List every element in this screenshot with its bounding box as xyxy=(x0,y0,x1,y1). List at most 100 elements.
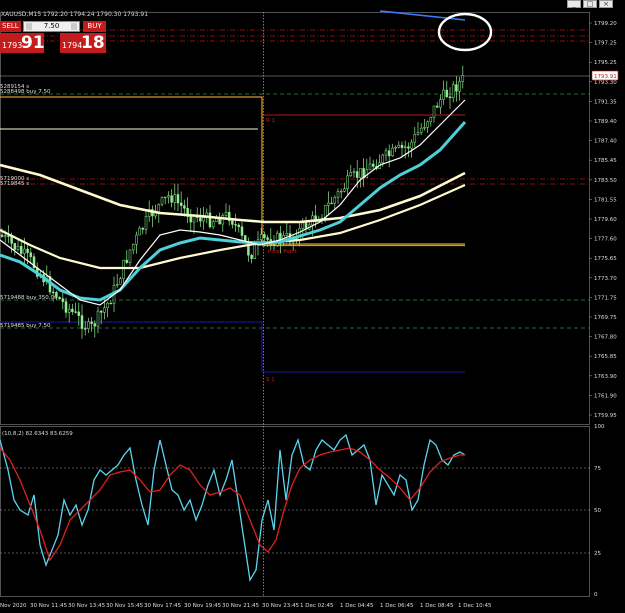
candle-body xyxy=(413,134,417,143)
candle-body xyxy=(67,308,71,313)
price-tick-label: 1789.40 xyxy=(594,119,617,125)
price-tick-label: 1777.60 xyxy=(594,237,617,243)
lot-decrease-icon[interactable] xyxy=(26,23,32,30)
candle-body xyxy=(26,248,29,253)
candle-body xyxy=(208,212,212,228)
order-label-4: 5719845 s xyxy=(0,181,29,187)
candle-body xyxy=(400,144,404,149)
sell-price-prefix: 1793 xyxy=(2,41,23,50)
candle-body xyxy=(371,163,375,167)
candle-body xyxy=(163,196,167,199)
sell-button[interactable]: SELL xyxy=(0,21,21,32)
candle-body xyxy=(19,246,23,254)
price-tick-label: 1785.45 xyxy=(594,158,617,164)
level-100-label: 100 xyxy=(594,424,605,430)
price-tick-label: 1781.55 xyxy=(594,197,617,203)
buy-quote[interactable]: 1794 18 xyxy=(60,33,106,53)
price-tick-label: 1771.75 xyxy=(594,295,617,301)
candle-body xyxy=(426,121,429,128)
candle-body xyxy=(266,237,269,240)
buy-button[interactable]: BUY xyxy=(83,21,106,32)
candle-body xyxy=(125,259,129,263)
candle-body xyxy=(387,150,391,157)
candle-body xyxy=(423,127,426,129)
s1-line xyxy=(0,321,465,373)
order-label-5: 5719488 buy 350.00 xyxy=(0,295,58,301)
candle-body xyxy=(336,191,340,198)
candle-body xyxy=(29,252,33,257)
one-click-trading-panel: SELL 7.50 BUY 1793 91 1794 18 xyxy=(0,21,107,55)
candle-body xyxy=(250,254,253,259)
time-tick-label: 30 Nov 23:45 xyxy=(262,603,300,609)
indicator-label: (10,8,2) 82.6343 83.6259 xyxy=(2,431,73,437)
order-label-6: 5719485 buy 7.50 xyxy=(0,323,51,329)
price-axis: 1799.20 1797.25 1795.25 1793.30 1791.35 1789.… xyxy=(589,21,617,419)
candle-body xyxy=(64,301,68,313)
candle-body xyxy=(13,243,17,250)
candle-body xyxy=(122,259,125,279)
price-tick-label: 1791.35 xyxy=(594,99,617,105)
time-tick-label: 30 Nov 19:45 xyxy=(184,603,222,609)
order-label-2: 5288498 buy 7.50 xyxy=(0,89,51,95)
candle-body xyxy=(103,307,106,313)
lot-increase-icon[interactable] xyxy=(71,23,77,30)
candle-body xyxy=(23,248,26,254)
price-tick-label: 1799.20 xyxy=(594,21,617,27)
candle-body xyxy=(259,234,263,241)
candle-body xyxy=(199,217,202,222)
candle-body xyxy=(442,89,445,100)
candle-body xyxy=(327,202,330,206)
candle-body xyxy=(7,235,10,237)
chart-canvas: R 1 S 1 Pivot Point 5289154 s 5288498 bu… xyxy=(0,10,619,609)
lot-size-input[interactable]: 7.50 xyxy=(23,21,80,32)
candle-body xyxy=(16,246,20,250)
candle-body xyxy=(160,196,164,205)
candle-body xyxy=(349,172,353,177)
candle-body xyxy=(419,127,423,133)
price-tick-label: 1765.85 xyxy=(594,354,617,360)
candle-body xyxy=(202,217,205,222)
candle-body xyxy=(263,234,266,238)
candle-body xyxy=(359,168,362,178)
price-tick-label: 1793.30 xyxy=(594,80,617,86)
candle-body xyxy=(435,105,439,108)
buy-price-pips: 18 xyxy=(81,33,105,53)
candle-body xyxy=(397,144,401,148)
candle-body xyxy=(71,308,74,312)
candle-body xyxy=(3,235,7,237)
time-tick-label: 1 Dec 10:45 xyxy=(458,603,492,609)
candle-body xyxy=(461,75,465,82)
stochastic-main-line xyxy=(0,433,466,582)
price-tick-label: 1797.25 xyxy=(594,41,617,47)
time-tick-label: Nov 2020 xyxy=(0,603,27,609)
candle-body xyxy=(451,84,455,98)
candle-body xyxy=(176,194,180,204)
level-25-label: 25 xyxy=(594,551,601,557)
time-tick-label: 30 Nov 21:45 xyxy=(222,603,260,609)
price-tick-label: 1775.65 xyxy=(594,256,617,262)
candle-body xyxy=(128,249,132,263)
time-axis: Nov 2020 30 Nov 11:45 30 Nov 13:45 30 Nov 1… xyxy=(0,603,492,609)
candle-body xyxy=(51,291,55,294)
price-tick-label: 1783.50 xyxy=(594,178,617,184)
time-tick-label: 1 Dec 06:45 xyxy=(380,603,414,609)
candle-body xyxy=(170,195,173,203)
candle-body xyxy=(272,244,276,246)
candle-body xyxy=(61,298,65,302)
candle-body xyxy=(432,105,436,118)
price-tick-label: 1779.60 xyxy=(594,217,617,223)
candle-body xyxy=(167,195,170,198)
sell-quote[interactable]: 1793 91 xyxy=(0,33,45,53)
candle-body xyxy=(183,205,186,209)
candle-body xyxy=(96,310,100,327)
current-price-value: 1793.91 xyxy=(594,74,617,80)
time-tick-label: 30 Nov 15:45 xyxy=(106,603,144,609)
candle-body xyxy=(455,84,458,92)
time-tick-label: 1 Dec 02:45 xyxy=(300,603,334,609)
candle-body xyxy=(144,216,148,230)
candle-body xyxy=(429,117,433,123)
level-0-label: 0 xyxy=(594,592,598,598)
main-chart-frame xyxy=(0,12,590,425)
candle-body xyxy=(211,221,215,228)
candle-body xyxy=(80,315,84,329)
